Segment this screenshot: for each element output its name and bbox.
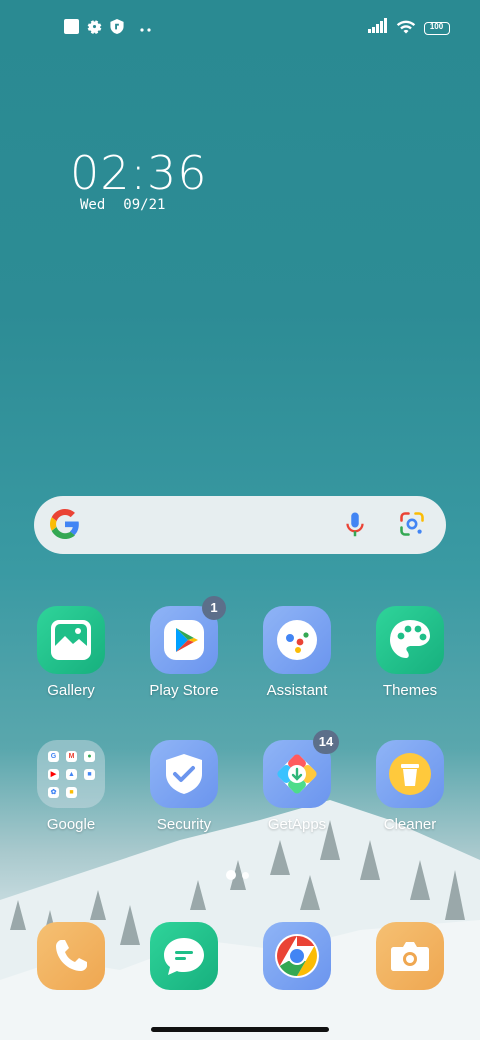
google-lens-icon[interactable]: [398, 510, 426, 543]
clock-widget[interactable]: 02:36 Wed 09/21: [70, 145, 208, 213]
dock-phone[interactable]: [21, 922, 121, 990]
files-mini-icon: ■: [66, 787, 77, 798]
signal-icon: [368, 18, 388, 39]
app-label: GetApps: [267, 816, 327, 833]
notification-badge: 1: [202, 596, 226, 620]
google-search-bar[interactable]: [34, 496, 446, 554]
app-gallery[interactable]: Gallery: [21, 606, 121, 699]
messages-icon: [150, 922, 218, 990]
dock-camera[interactable]: [360, 922, 460, 990]
status-bar: 100: [0, 0, 480, 56]
drive-mini-icon: ▲: [66, 769, 77, 780]
app-security[interactable]: Security: [134, 740, 234, 833]
folder-icon: G M ● ▶ ▲ ■ ✿ ■: [37, 740, 105, 808]
home-gesture-bar[interactable]: [151, 1027, 329, 1032]
folder-google[interactable]: G M ● ▶ ▲ ■ ✿ ■ Google: [21, 740, 121, 833]
youtube-mini-icon: ▶: [48, 769, 59, 780]
page-dot: [242, 871, 249, 879]
clock-time: 02:36: [70, 146, 208, 200]
square-icon: [64, 19, 79, 39]
clock-date-value: 09/21: [123, 197, 166, 213]
microphone-icon[interactable]: [340, 510, 370, 545]
app-cleaner[interactable]: Cleaner: [360, 740, 460, 833]
more-dots-icon: [140, 20, 152, 38]
meet-mini-icon: ■: [84, 769, 95, 780]
app-label: Cleaner: [383, 816, 437, 833]
palette-icon: [376, 606, 444, 674]
app-label: Google: [46, 816, 96, 833]
phone-icon: [37, 922, 105, 990]
google-g-icon: [50, 509, 80, 544]
app-play-store[interactable]: 1 Play Store: [134, 596, 234, 699]
app-themes[interactable]: Themes: [360, 606, 460, 699]
chrome-icon: [263, 922, 331, 990]
app-getapps[interactable]: 14 GetApps: [247, 730, 347, 833]
battery-icon: 100: [424, 22, 450, 35]
maps-mini-icon: ●: [84, 751, 95, 762]
page-dot-active: [226, 870, 236, 880]
battery-level: 100: [429, 22, 444, 31]
dock-chrome[interactable]: [247, 922, 347, 990]
dock-messages[interactable]: [134, 922, 234, 990]
shield-check-icon: [150, 740, 218, 808]
app-label: Assistant: [266, 682, 328, 699]
app-label: Play Store: [149, 682, 219, 699]
app-label: Security: [156, 816, 212, 833]
page-indicator: [226, 870, 249, 880]
camera-icon: [376, 922, 444, 990]
shield-icon: [110, 19, 124, 39]
assistant-icon: [263, 606, 331, 674]
trash-icon: [376, 740, 444, 808]
photos-mini-icon: ✿: [48, 787, 59, 798]
clock-day: Wed: [80, 197, 106, 213]
google-mini-icon: G: [48, 751, 59, 762]
notification-badge: 14: [313, 730, 339, 754]
gmail-mini-icon: M: [66, 751, 77, 762]
gear-icon: [87, 19, 102, 39]
app-label: Gallery: [47, 682, 95, 699]
gallery-icon: [37, 606, 105, 674]
app-label: Themes: [382, 682, 438, 699]
wifi-icon: [396, 18, 416, 39]
app-assistant[interactable]: Assistant: [247, 606, 347, 699]
